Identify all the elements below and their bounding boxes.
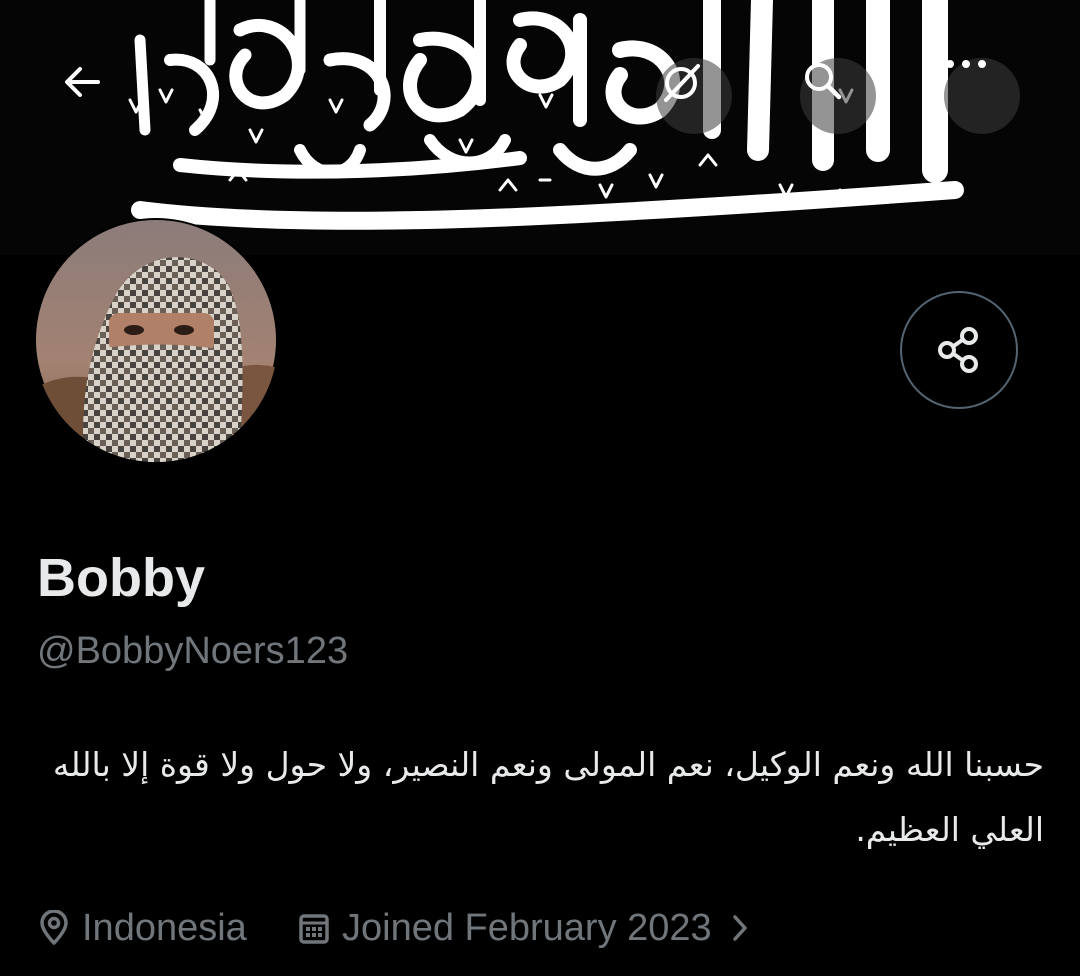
display-name: Bobby [37, 548, 205, 608]
back-arrow-icon [65, 67, 100, 97]
back-button[interactable] [58, 58, 134, 134]
profile-banner[interactable] [0, 0, 1080, 255]
grok-button[interactable] [656, 58, 732, 134]
chevron-right-icon [730, 912, 750, 944]
share-profile-button[interactable] [900, 291, 1018, 409]
profile-bio: حسبنا الله ونعم الوكيل، نعم المولى ونعم … [52, 745, 1044, 849]
avatar-image [34, 220, 278, 462]
more-button[interactable] [944, 58, 1020, 134]
banner-calligraphy-image [128, 0, 964, 230]
grok-icon [664, 64, 700, 102]
user-handle: @BobbyNoers123 [37, 630, 349, 672]
profile-avatar[interactable] [34, 218, 278, 462]
joined-date-text: Joined February 2023 [342, 906, 712, 949]
joined-date-item[interactable]: Joined February 2023 [298, 900, 750, 956]
location-text: Indonesia [82, 906, 247, 949]
location-item: Indonesia [38, 900, 247, 956]
search-button[interactable] [800, 58, 876, 134]
calendar-icon [298, 911, 330, 945]
more-icon [946, 60, 986, 68]
location-pin-icon [38, 910, 70, 946]
search-icon [805, 63, 842, 100]
share-icon [938, 327, 978, 373]
